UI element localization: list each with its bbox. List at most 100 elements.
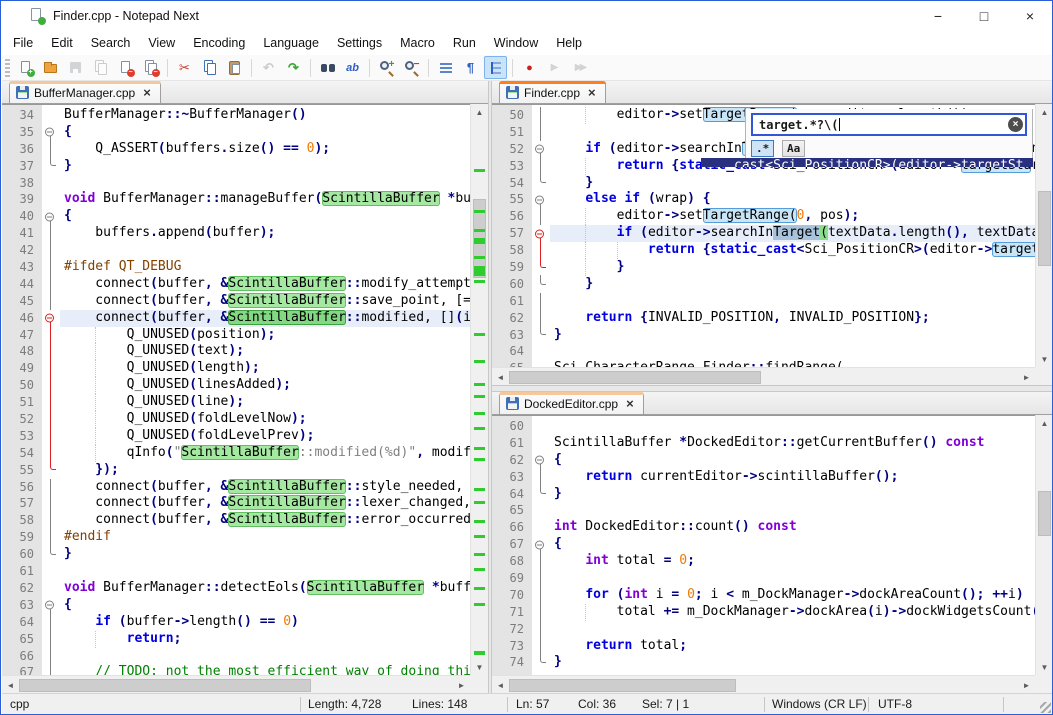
close-button[interactable]: × <box>1007 1 1053 31</box>
code-line-55[interactable]: 55 }); <box>2 462 470 479</box>
run-macro-multiple-button[interactable]: ▶▶ <box>568 56 591 79</box>
code-line-60[interactable]: 60} <box>2 546 470 563</box>
replace-button[interactable]: ab <box>341 56 364 79</box>
code-line-55[interactable]: 55 else if (wrap) { <box>492 191 1035 208</box>
indentation-guides-button[interactable] <box>484 56 507 79</box>
code-line-62[interactable]: 62void BufferManager::detectEols(Scintil… <box>2 580 470 597</box>
code-line-35[interactable]: 35{ <box>2 124 470 141</box>
play-macro-button[interactable]: ▶ <box>543 56 566 79</box>
scroll-left-icon[interactable]: ◄ <box>2 677 19 693</box>
code-line-41[interactable]: 41 buffers.append(buffer); <box>2 225 470 242</box>
menu-language[interactable]: Language <box>254 33 328 53</box>
scroll-down-icon[interactable]: ▼ <box>471 659 488 675</box>
code-line-61[interactable]: 61ScintillaBuffer *DockedEditor::getCurr… <box>492 435 1035 452</box>
toolbar-grip[interactable] <box>5 59 10 77</box>
code-line-73[interactable]: 73 return total; <box>492 638 1035 655</box>
scrollbar-horizontal-finder[interactable]: ◄ ► <box>492 367 1035 385</box>
code-line-39[interactable]: 39void BufferManager::manageBuffer(Scint… <box>2 191 470 208</box>
record-macro-button[interactable]: ● <box>518 56 541 79</box>
code-line-67[interactable]: 67{ <box>492 536 1035 553</box>
word-wrap-button[interactable] <box>434 56 457 79</box>
fold-marker-icon[interactable] <box>532 452 550 469</box>
tab-finder[interactable]: Finder.cpp × <box>499 81 606 103</box>
fold-marker-icon[interactable] <box>532 191 550 208</box>
code-line-59[interactable]: 59#endif <box>2 529 470 546</box>
scroll-right-icon[interactable]: ► <box>1018 369 1035 385</box>
code-line-48[interactable]: 48 Q_UNUSED(text); <box>2 343 470 360</box>
fold-marker-icon[interactable] <box>42 310 60 327</box>
menu-edit[interactable]: Edit <box>42 33 82 53</box>
code-line-65[interactable]: 65 return; <box>2 631 470 648</box>
code-line-64[interactable]: 64 if (buffer->length() == 0) <box>2 614 470 631</box>
fold-marker-icon[interactable] <box>532 536 550 553</box>
code-line-36[interactable]: 36 Q_ASSERT(buffers.size() == 0); <box>2 141 470 158</box>
status-encoding[interactable]: UTF-8 <box>878 697 912 711</box>
code-line-34[interactable]: 34BufferManager::~BufferManager() <box>2 107 470 124</box>
scroll-left-icon[interactable]: ◄ <box>492 677 509 693</box>
tab-close-icon[interactable]: × <box>585 85 599 100</box>
resize-grip[interactable] <box>1040 702 1051 713</box>
code-line-54[interactable]: 54 } <box>492 175 1035 192</box>
cut-button[interactable]: ✂ <box>173 56 196 79</box>
fold-marker-icon[interactable] <box>532 141 550 158</box>
code-line-56[interactable]: 56 editor->setTargetRange(0, pos); <box>492 208 1035 225</box>
scroll-down-icon[interactable]: ▼ <box>1036 659 1053 675</box>
fold-marker-icon[interactable] <box>42 597 60 614</box>
open-file-button[interactable] <box>39 56 62 79</box>
menu-settings[interactable]: Settings <box>328 33 391 53</box>
scroll-right-icon[interactable]: ► <box>453 677 470 693</box>
scrollbar-thumb[interactable] <box>1038 491 1051 536</box>
code-line-68[interactable]: 68 int total = 0; <box>492 553 1035 570</box>
match-case-toggle-button[interactable]: Aa <box>782 140 805 157</box>
scrollbar-vertical-left[interactable]: ▲ ▼ <box>470 104 488 675</box>
code-line-38[interactable]: 38 <box>2 175 470 192</box>
fold-marker-icon[interactable] <box>532 225 550 242</box>
minimize-button[interactable]: − <box>915 1 961 31</box>
code-line-63[interactable]: 63{ <box>2 597 470 614</box>
pane-splitter-horizontal[interactable] <box>492 385 1053 392</box>
regex-toggle-button[interactable]: .* <box>751 140 774 157</box>
code-line-54[interactable]: 54 qInfo("ScintillaBuffer::modified(%d)"… <box>2 445 470 462</box>
code-line-59[interactable]: 59 } <box>492 259 1035 276</box>
save-button[interactable] <box>64 56 87 79</box>
fold-marker-icon[interactable] <box>42 124 60 141</box>
scrollbar-vertical-dockededitor[interactable]: ▲ ▼ <box>1035 415 1053 675</box>
status-eol-format[interactable]: Windows (CR LF) <box>772 697 867 711</box>
code-line-47[interactable]: 47 Q_UNUSED(position); <box>2 327 470 344</box>
code-line-66[interactable]: 66 <box>2 648 470 665</box>
tab-close-icon[interactable]: × <box>140 85 154 100</box>
title-bar[interactable]: Finder.cpp - Notepad Next −□× <box>2 1 1053 31</box>
menu-run[interactable]: Run <box>444 33 485 53</box>
menu-macro[interactable]: Macro <box>391 33 444 53</box>
tab-buffermanager[interactable]: BufferManager.cpp × <box>9 81 161 103</box>
code-line-46[interactable]: 46 connect(buffer, &ScintillaBuffer::mod… <box>2 310 470 327</box>
code-line-62[interactable]: 62{ <box>492 452 1035 469</box>
code-line-69[interactable]: 69 <box>492 570 1035 587</box>
code-line-65[interactable]: 65Sci_CharacterRange Finder::findRange( <box>492 360 1035 367</box>
code-line-43[interactable]: 43#ifdef QT_DEBUG <box>2 259 470 276</box>
menu-file[interactable]: File <box>4 33 42 53</box>
code-line-40[interactable]: 40{ <box>2 208 470 225</box>
editor-dockededitor[interactable]: 6061ScintillaBuffer *DockedEditor::getCu… <box>492 415 1035 675</box>
scroll-left-icon[interactable]: ◄ <box>492 369 509 385</box>
close-all-button[interactable]: − <box>139 56 162 79</box>
code-line-63[interactable]: 63} <box>492 327 1035 344</box>
zoom-in-button[interactable]: + <box>375 56 398 79</box>
code-line-60[interactable]: 60 } <box>492 276 1035 293</box>
scroll-down-icon[interactable]: ▼ <box>1036 351 1053 367</box>
code-line-70[interactable]: 70 for (int i = 0; i < m_DockManager->do… <box>492 587 1035 604</box>
code-line-51[interactable]: 51 Q_UNUSED(line); <box>2 394 470 411</box>
code-line-45[interactable]: 45 connect(buffer, &ScintillaBuffer::sav… <box>2 293 470 310</box>
code-line-64[interactable]: 64} <box>492 486 1035 503</box>
find-button[interactable] <box>316 56 339 79</box>
editor-left[interactable]: 34BufferManager::~BufferManager()35{36 Q… <box>2 104 470 675</box>
code-line-72[interactable]: 72 <box>492 621 1035 638</box>
code-line-58[interactable]: 58 connect(buffer, &ScintillaBuffer::err… <box>2 512 470 529</box>
code-line-71[interactable]: 71 total += m_DockManager->dockArea(i)->… <box>492 604 1035 621</box>
menu-view[interactable]: View <box>139 33 184 53</box>
clear-search-icon[interactable]: × <box>1008 117 1023 132</box>
code-line-61[interactable]: 61 <box>492 293 1035 310</box>
scroll-up-icon[interactable]: ▲ <box>1036 104 1053 120</box>
code-line-56[interactable]: 56 connect(buffer, &ScintillaBuffer::sty… <box>2 479 470 496</box>
maximize-button[interactable]: □ <box>961 1 1007 31</box>
